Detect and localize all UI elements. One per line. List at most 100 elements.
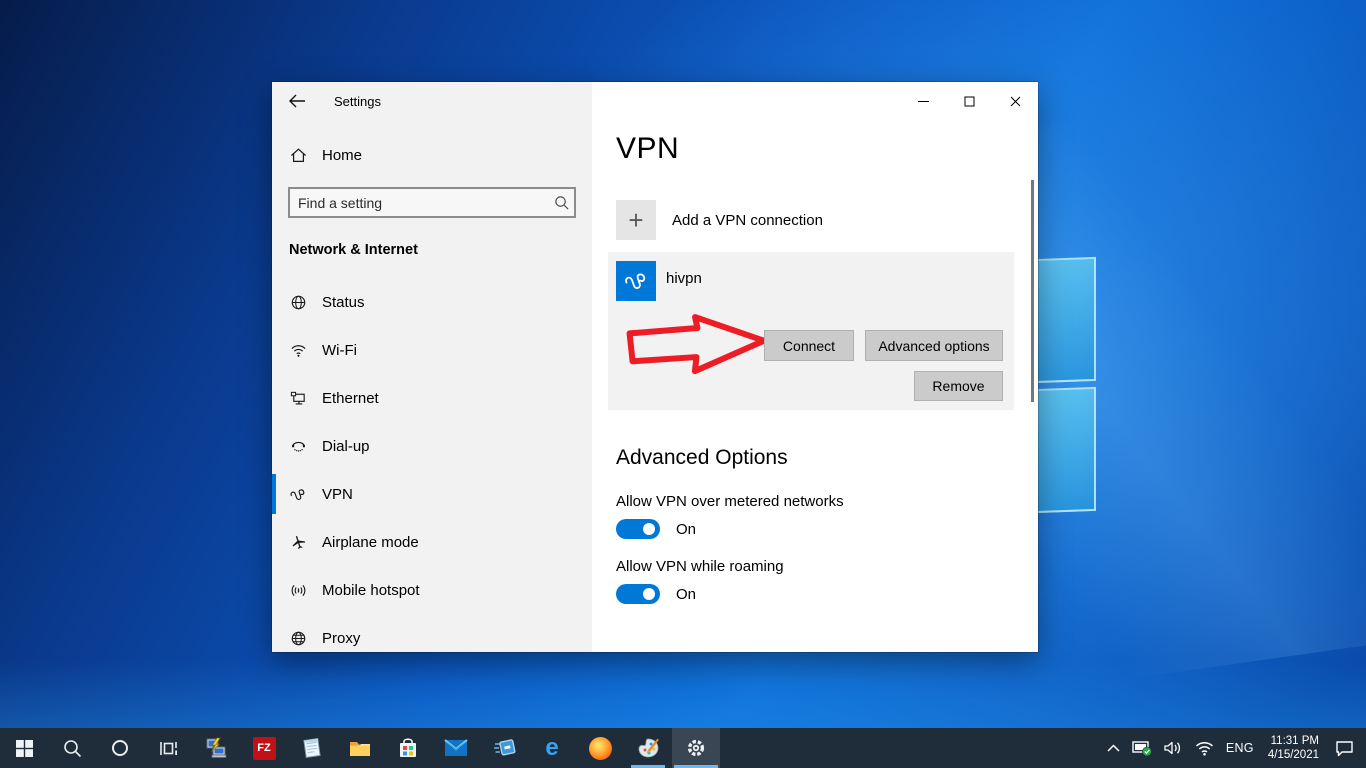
sidebar-item-dialup[interactable]: Dial-up [272,426,592,466]
mail-button[interactable] [432,728,480,768]
sidebar-item-label: Airplane mode [322,534,419,551]
paint-button[interactable] [624,728,672,768]
movies-tv-button[interactable] [480,728,528,768]
system-tray: ENG 11:31 PM 4/15/2021 [1101,728,1366,768]
notepad-icon [300,736,324,760]
close-button[interactable] [992,82,1038,120]
microsoft-store-button[interactable] [384,728,432,768]
tray-wifi-icon[interactable] [1189,728,1220,768]
vpn-connection-name: hivpn [666,270,702,287]
minimize-button[interactable] [900,82,946,120]
task-view-button[interactable] [144,728,192,768]
tray-time: 11:31 PM [1268,734,1319,748]
search-icon [60,736,84,760]
back-button[interactable] [286,90,308,112]
advanced-options-heading: Advanced Options [616,446,788,470]
sidebar-item-home[interactable]: Home [272,140,592,170]
putty-icon [204,736,228,760]
search-input[interactable] [290,195,548,211]
taskbar: FZ [0,728,1366,768]
notepad-button[interactable] [288,728,336,768]
settings-search-box[interactable] [288,187,576,218]
tray-language-indicator[interactable]: ENG [1220,728,1260,768]
titlebar-left: Settings [272,82,592,120]
wallpaper-windows-logo-pane [1035,387,1096,513]
edge-button[interactable]: e [528,728,576,768]
metered-networks-toggle-row: On [616,519,696,539]
airplane-icon [289,533,307,551]
sidebar-nav: Status Wi-Fi Ethernet [272,282,592,652]
roaming-toggle-row: On [616,584,696,604]
roaming-label: Allow VPN while roaming [616,558,784,575]
tray-volume-icon[interactable] [1158,728,1189,768]
edge-icon: e [545,736,558,760]
sidebar-item-label: Dial-up [322,438,370,455]
action-center-icon[interactable] [1329,728,1360,768]
metered-networks-toggle[interactable] [616,519,660,539]
sidebar-item-ethernet[interactable]: Ethernet [272,378,592,418]
add-vpn-button[interactable]: + Add a VPN connection [616,200,823,240]
start-button[interactable] [0,728,48,768]
movies-tv-icon [492,736,516,760]
window-title: Settings [334,94,381,109]
tray-date: 4/15/2021 [1268,748,1319,762]
scrollbar[interactable] [1031,180,1034,402]
vpn-icon [289,485,307,503]
wallpaper-windows-logo-pane [1035,257,1096,383]
advanced-options-button[interactable]: Advanced options [865,330,1003,361]
tray-safely-remove-hardware-icon[interactable] [1126,728,1158,768]
tray-clock[interactable]: 11:31 PM 4/15/2021 [1260,734,1329,762]
paint-icon [636,736,660,760]
maximize-button[interactable] [946,82,992,120]
sidebar-item-label: Status [322,294,365,311]
toggle-state-label: On [676,521,696,538]
sidebar-item-status[interactable]: Status [272,282,592,322]
firefox-icon [589,737,612,760]
cortana-button[interactable] [96,728,144,768]
remove-button[interactable]: Remove [914,371,1003,401]
toggle-knob [643,523,655,535]
ethernet-icon [289,389,307,407]
sidebar-item-mobile-hotspot[interactable]: Mobile hotspot [272,570,592,610]
selected-accent-bar [272,474,276,514]
sidebar-item-vpn[interactable]: VPN [272,474,592,514]
toggle-knob [643,588,655,600]
sidebar-item-label: Proxy [322,630,360,647]
vpn-connection-card[interactable]: hivpn Connect Advanced options Remove [608,252,1014,410]
filezilla-icon: FZ [253,737,276,760]
sidebar-item-label: Mobile hotspot [322,582,420,599]
settings-main-pane: VPN + Add a VPN connection hivpn Connect… [592,82,1038,652]
sidebar-item-proxy[interactable]: Proxy [272,618,592,652]
sidebar-item-label: VPN [322,486,353,503]
microsoft-store-icon [396,736,420,760]
globe-proxy-icon [289,629,307,647]
connect-button[interactable]: Connect [764,330,854,361]
search-icon[interactable] [548,195,574,210]
home-icon [289,146,307,164]
file-explorer-button[interactable] [336,728,384,768]
sidebar-item-label: Ethernet [322,390,379,407]
metered-networks-label: Allow VPN over metered networks [616,493,844,510]
mobile-hotspot-icon [289,581,307,599]
plus-icon: + [616,200,656,240]
vpn-connection-icon [616,261,656,301]
task-view-icon [156,736,180,760]
settings-window: Settings Home Network & Internet [272,82,1038,652]
desktop-wallpaper: Settings Home Network & Internet [0,0,1366,768]
sidebar-item-label: Wi-Fi [322,342,357,359]
sidebar-item-wifi[interactable]: Wi-Fi [272,330,592,370]
mail-icon [444,736,468,760]
wifi-icon [289,341,307,359]
page-title: VPN [616,132,679,166]
sidebar-item-airplane-mode[interactable]: Airplane mode [272,522,592,562]
globe-status-icon [289,293,307,311]
search-taskbar-button[interactable] [48,728,96,768]
firefox-button[interactable] [576,728,624,768]
filezilla-button[interactable]: FZ [240,728,288,768]
putty-button[interactable] [192,728,240,768]
roaming-toggle[interactable] [616,584,660,604]
tray-chevron-up-icon[interactable] [1101,728,1126,768]
settings-taskbar-button[interactable] [672,728,720,768]
file-explorer-icon [348,736,372,760]
add-vpn-label: Add a VPN connection [672,212,823,229]
